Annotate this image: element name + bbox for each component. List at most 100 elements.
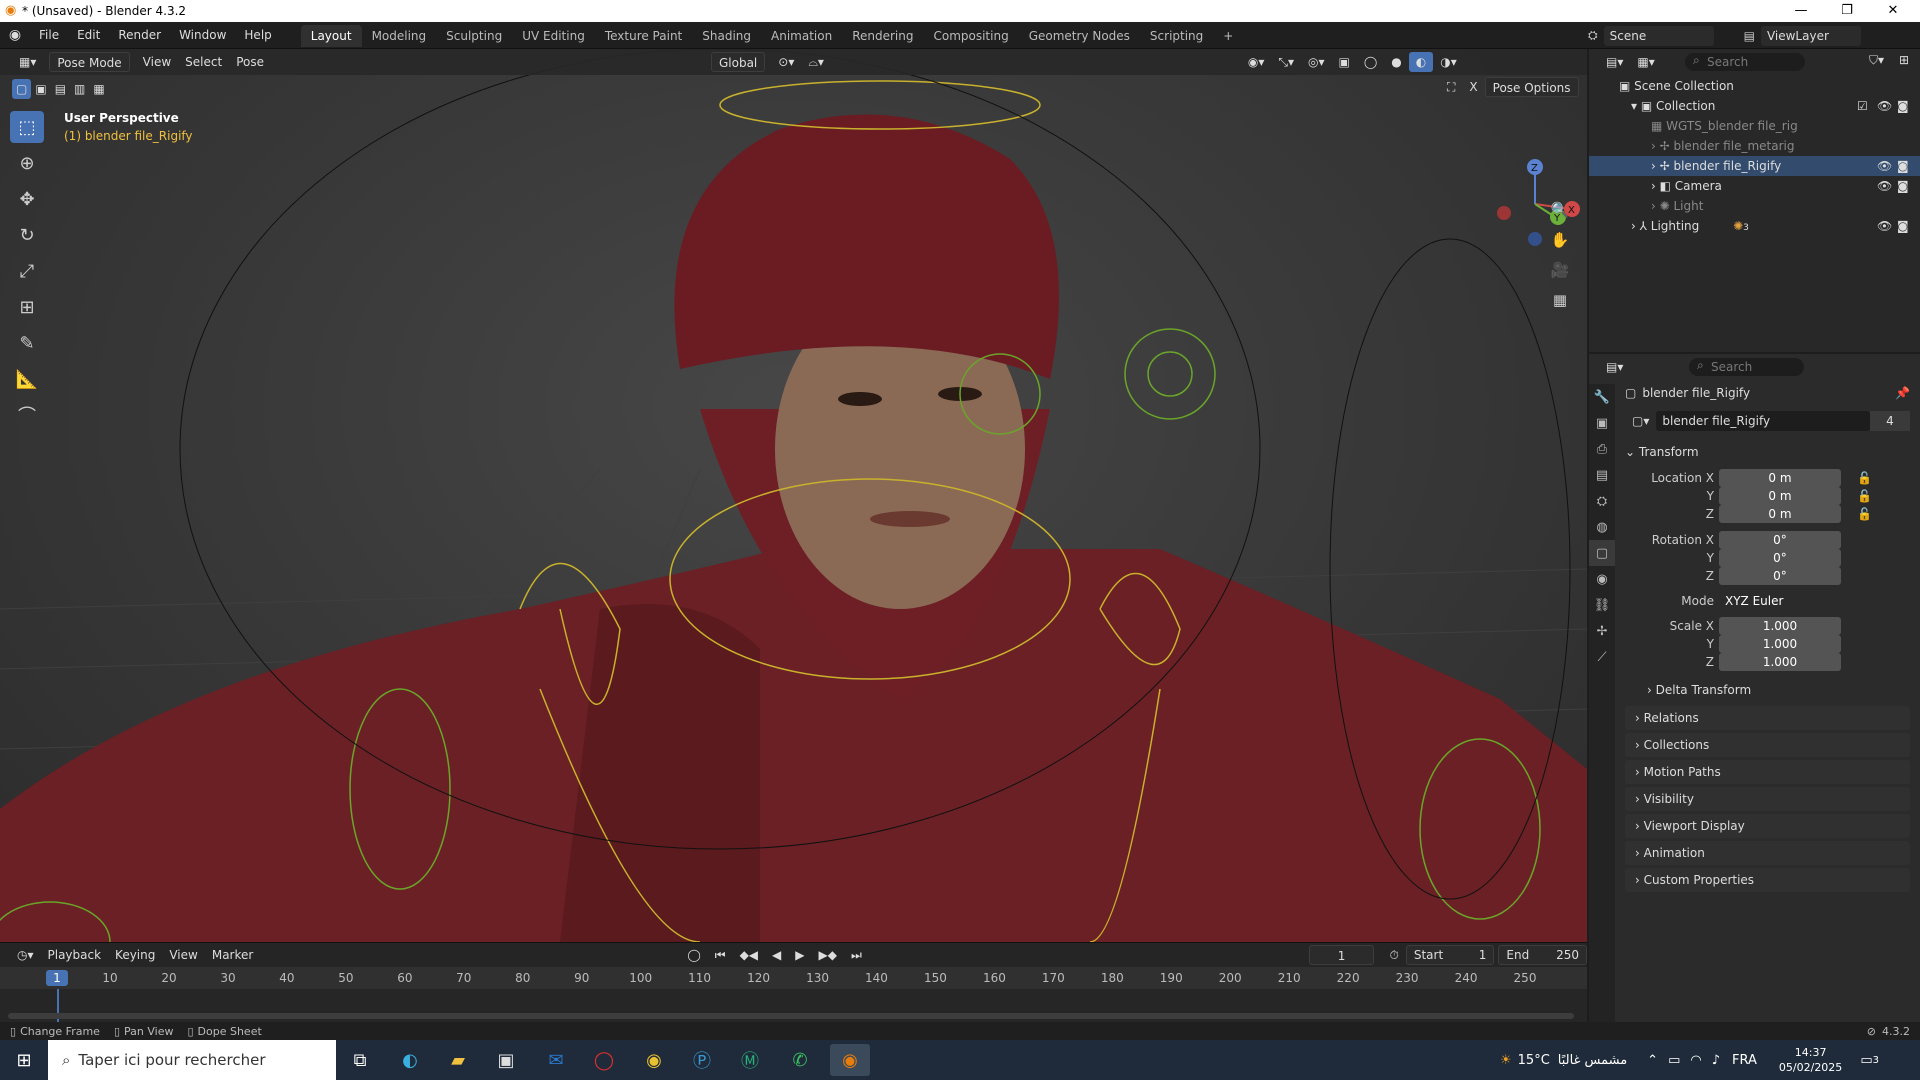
mode-selector[interactable]: Pose Mode (49, 52, 130, 72)
outliner-editor-type-icon[interactable]: ▤▾ (1599, 52, 1630, 72)
opera-icon[interactable]: ◯ (584, 1044, 624, 1076)
panel-motion-paths[interactable]: › Motion Paths (1625, 760, 1910, 784)
outlook-icon[interactable]: ✉ (536, 1044, 576, 1076)
select-subtract-icon[interactable]: ▤ (51, 79, 70, 99)
eye-icon[interactable]: 👁 (1877, 156, 1892, 176)
language-indicator[interactable]: FRA (1732, 1053, 1757, 1068)
timeline-keyframe-area[interactable] (0, 989, 1587, 1023)
world-tab-icon[interactable]: ◍ (1589, 514, 1615, 540)
weather-temp[interactable]: 15°C (1518, 1053, 1550, 1068)
scale-z-field[interactable]: 1.000 (1719, 653, 1841, 671)
camera-view-icon[interactable]: 🎥 (1547, 257, 1573, 283)
physics-tab-icon[interactable]: ◉ (1589, 566, 1615, 592)
transform-panel-header[interactable]: ⌄ Transform (1625, 440, 1910, 464)
whatsapp-icon[interactable]: ✆ (780, 1044, 820, 1076)
outliner-camera[interactable]: › ◧ Camera 👁 ◙ (1589, 176, 1920, 196)
outliner-scene-collection[interactable]: ▣ Scene Collection (1589, 76, 1920, 96)
users-count[interactable]: 4 (1870, 411, 1910, 431)
auto-keying-icon[interactable]: ◯ (680, 945, 707, 965)
lock-icons[interactable]: 🔓 🔓 🔓 (1857, 469, 1872, 523)
object-tab-icon[interactable]: ▢ (1589, 540, 1615, 566)
select-invert-icon[interactable]: ▥ (70, 79, 89, 99)
move-tool-icon[interactable]: ✥ (10, 183, 44, 215)
panel-custom-properties[interactable]: › Custom Properties (1625, 868, 1910, 892)
location-x-field[interactable]: 0 m (1719, 469, 1841, 487)
playback-menu[interactable]: Playback (41, 945, 109, 965)
start-frame-field[interactable]: Start 1 (1405, 945, 1495, 965)
filter-icon[interactable]: ⛉▾ (1869, 53, 1884, 68)
data-browse-icon[interactable]: ▢▾ (1625, 411, 1656, 431)
pan-hand-icon[interactable]: ✋ (1547, 227, 1573, 253)
blender-taskbar-icon[interactable]: ◉ (830, 1044, 870, 1076)
solid-shading-icon[interactable]: ● (1384, 52, 1408, 72)
relax-tool-icon[interactable]: ⌒ (10, 399, 44, 431)
rotation-mode-dropdown[interactable]: XYZ Euler (1719, 592, 1845, 610)
material-shading-icon[interactable]: ◐ (1408, 52, 1434, 72)
tool-tab-icon[interactable]: 🔧 (1589, 384, 1615, 410)
outliner-search-input[interactable]: Search (1685, 53, 1805, 71)
tab-modeling[interactable]: Modeling (362, 25, 437, 47)
eye-icon[interactable]: 👁 (1877, 96, 1892, 116)
tab-uv-editing[interactable]: UV Editing (512, 25, 595, 47)
store-icon[interactable]: ▣ (486, 1044, 526, 1076)
jump-start-icon[interactable]: ⏮ (708, 945, 733, 965)
visibility-icon[interactable]: ◉▾ (1241, 52, 1272, 72)
eye-icon[interactable]: 👁 (1877, 216, 1892, 236)
marker-menu[interactable]: Marker (205, 945, 260, 965)
tab-rendering[interactable]: Rendering (842, 25, 923, 47)
battery-icon[interactable]: ▭ (1668, 1053, 1680, 1068)
outliner-rigify[interactable]: › ✢ blender file_Rigify 👁 ◙ (1589, 156, 1920, 176)
scene-tab-icon[interactable]: ⛭ (1589, 488, 1615, 514)
scale-y-field[interactable]: 1.000 (1719, 635, 1841, 653)
select-intersect-icon[interactable]: ▦ (89, 79, 108, 99)
chrome-icon[interactable]: ◉ (634, 1044, 674, 1076)
pin-icon[interactable]: 📌 (1895, 386, 1910, 400)
3d-viewport[interactable]: ▦▾ Pose Mode View Select Pose Global ⊙▾ … (0, 49, 1587, 942)
tab-geometry-nodes[interactable]: Geometry Nodes (1019, 25, 1140, 47)
preview-range-icon[interactable]: ⏱ (1382, 945, 1405, 965)
end-frame-field[interactable]: End 250 (1498, 945, 1587, 965)
overlay-toggle-icon[interactable]: ◎▾ (1301, 52, 1332, 72)
timeline-editor-type-icon[interactable]: ◷▾ (10, 945, 41, 965)
menu-help[interactable]: Help (235, 22, 280, 49)
camera-render-icon[interactable]: ◙ (1897, 176, 1909, 196)
outliner-lighting[interactable]: › ⅄ Lighting ✺3 👁 ◙ (1589, 216, 1920, 236)
pose-menu[interactable]: Pose (229, 52, 271, 72)
edge-icon[interactable]: ◐ (390, 1044, 430, 1076)
location-y-field[interactable]: 0 m (1719, 487, 1841, 505)
minimize-button[interactable]: — (1778, 0, 1824, 22)
play-icon[interactable]: ▶ (788, 945, 811, 965)
maps-icon[interactable]: Ⓜ (730, 1044, 770, 1076)
taskbar-search[interactable]: ⌕ Taper ici pour rechercher (48, 1040, 336, 1080)
x-axis-toggle[interactable]: X (1462, 77, 1484, 97)
scale-x-field[interactable]: 1.000 (1719, 617, 1841, 635)
select-extend-icon[interactable]: ▣ (31, 79, 50, 99)
outliner-light[interactable]: › ✺ Light (1589, 196, 1920, 216)
armature-data-tab-icon[interactable]: ✢ (1589, 618, 1615, 644)
outliner-collection[interactable]: ▾ ▣ Collection ☑ 👁 ◙ (1589, 96, 1920, 116)
tab-scripting[interactable]: Scripting (1140, 25, 1213, 47)
xmirror-icon[interactable]: ⛶ (1440, 77, 1462, 97)
prev-keyframe-icon[interactable]: ◆◀ (733, 945, 765, 965)
restore-button[interactable]: ❐ (1824, 0, 1870, 22)
gizmo-toggle-icon[interactable]: ⤡▾ (1271, 52, 1301, 72)
rotation-y-field[interactable]: 0° (1719, 549, 1841, 567)
play-reverse-icon[interactable]: ◀ (765, 945, 788, 965)
current-frame-field[interactable]: 1 (1308, 945, 1375, 965)
menu-edit[interactable]: Edit (68, 22, 109, 49)
add-workspace-button[interactable]: + (1213, 25, 1243, 47)
file-explorer-icon[interactable]: ▰ (438, 1044, 478, 1076)
view-menu[interactable]: View (136, 52, 178, 72)
keying-menu[interactable]: Keying (108, 945, 162, 965)
volume-icon[interactable]: ♪ (1712, 1053, 1720, 1068)
rotation-z-field[interactable]: 0° (1719, 567, 1841, 585)
photoshop-icon[interactable]: Ⓟ (682, 1044, 722, 1076)
tab-animation[interactable]: Animation (761, 25, 842, 47)
data-block-name-field[interactable]: blender file_Rigify (1656, 411, 1870, 431)
rendered-shading-icon[interactable]: ◑▾ (1433, 52, 1464, 72)
bone-tab-icon[interactable]: ⟋ (1589, 644, 1615, 670)
scale-tool-icon[interactable]: ⤢ (10, 255, 44, 287)
select-box-tool-icon[interactable]: ⬚ (10, 111, 44, 143)
zoom-icon[interactable]: 🔍 (1547, 197, 1573, 223)
viewlayer-selector[interactable]: ViewLayer (1760, 25, 1861, 46)
